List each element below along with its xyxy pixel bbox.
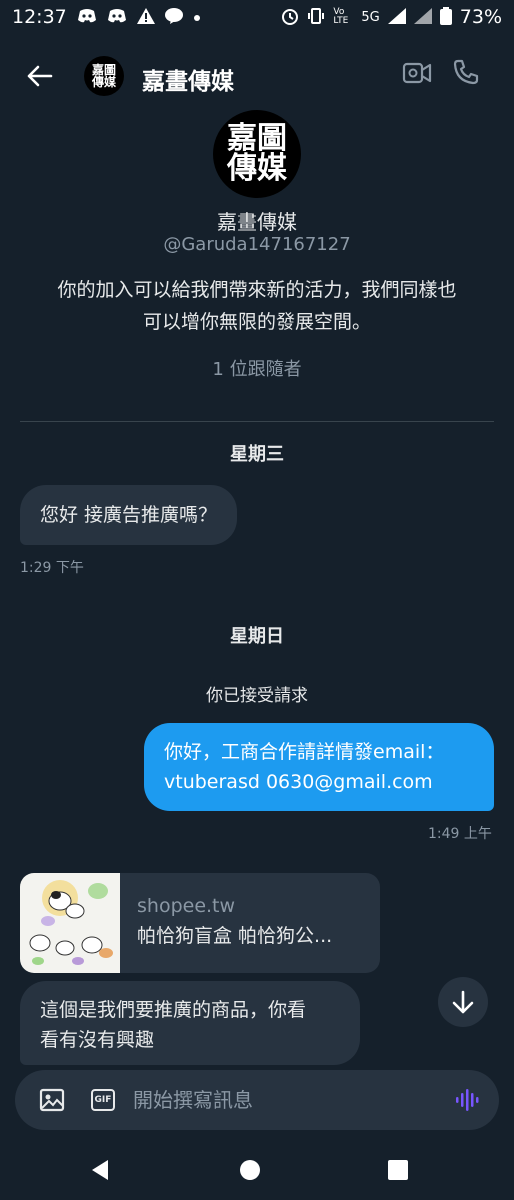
status-bar: 12:37 Vo LTE 5G 73% — [0, 0, 514, 34]
video-call-button[interactable] — [402, 60, 436, 94]
waveform-icon — [456, 1089, 479, 1111]
scroll-to-bottom-button[interactable] — [438, 977, 488, 1027]
profile-logo: 嘉圖 傳媒 — [227, 121, 287, 186]
avatar-logo: 嘉圖 傳媒 — [91, 63, 116, 89]
page-title[interactable]: 嘉畫傳媒 — [142, 62, 234, 96]
system-message: 你已接受請求 — [206, 686, 308, 706]
arrow-down-icon — [452, 990, 474, 1014]
vibrate-icon — [307, 7, 325, 28]
message-bubble-sent[interactable]: 你好，工商合作請詳情發email： vtuberasd 0630@gmail.c… — [144, 723, 494, 811]
product-thumbnail — [20, 873, 120, 973]
day-separator: 星期日 — [230, 626, 284, 647]
discord-icon — [107, 8, 127, 27]
status-time: 12:37 — [12, 6, 67, 28]
battery-percent: 73% — [459, 6, 502, 28]
battery-icon — [439, 6, 452, 28]
voice-message-button[interactable] — [455, 1088, 481, 1112]
conversation-header: 嘉圖 傳媒 嘉畫傳媒 — [0, 44, 514, 108]
network-5g-label: 5G — [361, 9, 380, 25]
message-timestamp: 1:29 下午 — [20, 560, 84, 576]
follower-count[interactable]: 1 位跟隨者 — [0, 355, 514, 381]
message-text: 這個是我們要推廣的商品，你看 — [40, 999, 307, 1021]
link-title: 帕恰狗盲盒 帕恰狗公... — [137, 925, 333, 947]
triangle-back-icon — [92, 1160, 108, 1180]
link-domain: shopee.tw — [137, 895, 236, 917]
message-timestamp: 1:49 上午 — [428, 826, 492, 842]
message-bubble-received[interactable]: 這個是我們要推廣的商品，你看 看有沒有興趣 — [20, 981, 360, 1065]
system-recents-button[interactable] — [388, 1160, 408, 1180]
link-preview-card[interactable]: shopee.tw 帕恰狗盲盒 帕恰狗公... — [20, 873, 380, 973]
signal-icon — [387, 7, 406, 27]
alarm-icon — [281, 7, 299, 28]
system-back-button[interactable] — [88, 1158, 112, 1182]
volte-label: Vo LTE — [333, 7, 349, 26]
audio-call-button[interactable] — [452, 58, 486, 92]
avatar[interactable]: 嘉圖 傳媒 — [84, 56, 124, 96]
warning-icon — [136, 7, 155, 27]
divider — [20, 421, 494, 422]
system-home-button[interactable] — [240, 1160, 260, 1180]
back-button[interactable] — [22, 58, 58, 94]
image-attach-button[interactable] — [39, 1088, 65, 1112]
profile-handle: @Garuda147167127 — [163, 234, 351, 255]
profile-bio: 你的加入可以給我們帶來新的活力，我們同樣也 可以增你無限的發展空間。 — [57, 279, 457, 333]
message-bubble-received[interactable]: 您好 接廣告推廣嗎？ — [20, 485, 238, 545]
discord-icon — [77, 8, 97, 27]
profile-name: 嘉畫傳媒 — [217, 210, 297, 234]
video-camera-icon — [402, 62, 432, 84]
image-icon — [39, 1088, 65, 1112]
signal-icon — [413, 7, 432, 27]
message-text: vtuberasd 0630@gmail.com — [164, 771, 433, 793]
gif-button[interactable]: GIF — [91, 1089, 115, 1111]
phone-icon — [453, 59, 479, 85]
day-separator: 星期三 — [230, 444, 284, 465]
message-text: 你好，工商合作請詳情發email： — [164, 741, 445, 763]
arrow-left-icon — [27, 65, 53, 87]
message-input[interactable] — [133, 1086, 433, 1114]
line-app-icon — [164, 7, 183, 27]
message-text: 看有沒有興趣 — [40, 1029, 155, 1051]
profile-avatar[interactable]: 嘉圖 傳媒 — [213, 110, 301, 198]
message-composer: GIF — [15, 1070, 499, 1130]
dot-icon — [193, 10, 201, 25]
